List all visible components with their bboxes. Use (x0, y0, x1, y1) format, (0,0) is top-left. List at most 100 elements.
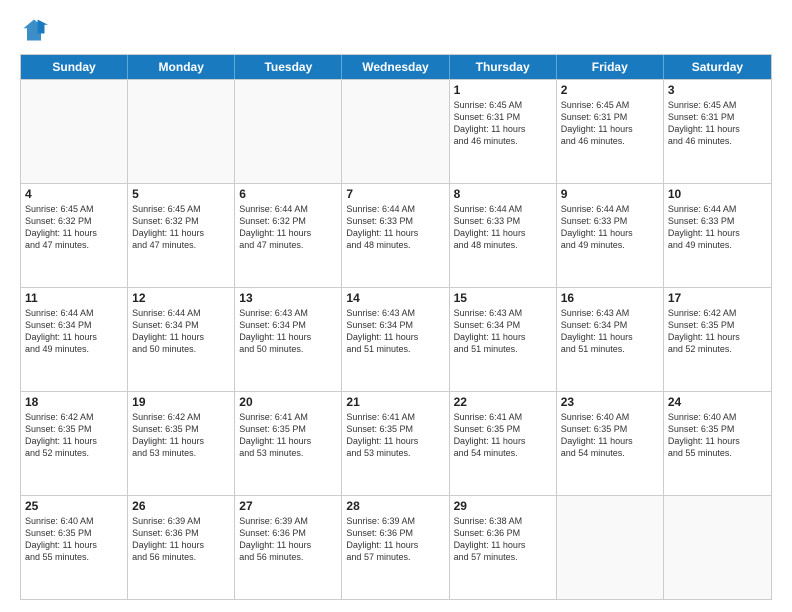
day-cell-21: 21 Sunrise: 6:41 AM Sunset: 6:35 PM Dayli… (342, 392, 449, 495)
day-cell-27: 27Sunrise: 6:39 AM Sunset: 6:36 PM Dayli… (235, 496, 342, 599)
day-number: 6 (239, 187, 337, 201)
day-number: 29 (454, 499, 552, 513)
day-cell-7: 7 Sunrise: 6:44 AM Sunset: 6:33 PM Daylig… (342, 184, 449, 287)
day-cell-29: 29 Sunrise: 6:38 AM Sunset: 6:36 PM Dayli… (450, 496, 557, 599)
day-info: Sunrise: 6:44 AM Sunset: 6:33 PM Dayligh… (668, 203, 767, 252)
empty-cell (128, 80, 235, 183)
day-info: Sunrise: 6:42 AM Sunset: 6:35 PM Dayligh… (25, 411, 123, 460)
day-cell-1: 1 Sunrise: 6:45 AM Sunset: 6:31 PM Daylig… (450, 80, 557, 183)
week-row-3: 11Sunrise: 6:44 AM Sunset: 6:34 PM Dayli… (21, 287, 771, 391)
day-header-sunday: Sunday (21, 55, 128, 79)
day-info: Sunrise: 6:39 AM Sunset: 6:36 PM Dayligh… (346, 515, 444, 564)
week-row-4: 18 Sunrise: 6:42 AM Sunset: 6:35 PM Dayli… (21, 391, 771, 495)
day-number: 14 (346, 291, 444, 305)
day-number: 9 (561, 187, 659, 201)
day-number: 22 (454, 395, 552, 409)
empty-cell (664, 496, 771, 599)
day-number: 24 (668, 395, 767, 409)
calendar-body: 1 Sunrise: 6:45 AM Sunset: 6:31 PM Daylig… (21, 79, 771, 599)
day-cell-15: 15 Sunrise: 6:43 AM Sunset: 6:34 PM Dayli… (450, 288, 557, 391)
day-number: 13 (239, 291, 337, 305)
day-number: 28 (346, 499, 444, 513)
day-cell-10: 10 Sunrise: 6:44 AM Sunset: 6:33 PM Dayli… (664, 184, 771, 287)
day-cell-2: 2 Sunrise: 6:45 AM Sunset: 6:31 PM Daylig… (557, 80, 664, 183)
day-info: Sunrise: 6:42 AM Sunset: 6:35 PM Dayligh… (132, 411, 230, 460)
day-info: Sunrise: 6:40 AM Sunset: 6:35 PM Dayligh… (561, 411, 659, 460)
empty-cell (557, 496, 664, 599)
day-number: 25 (25, 499, 123, 513)
day-number: 8 (454, 187, 552, 201)
calendar-page: SundayMondayTuesdayWednesdayThursdayFrid… (0, 0, 792, 612)
day-number: 5 (132, 187, 230, 201)
day-number: 20 (239, 395, 337, 409)
day-cell-5: 5Sunrise: 6:45 AM Sunset: 6:32 PM Daylig… (128, 184, 235, 287)
day-info: Sunrise: 6:45 AM Sunset: 6:31 PM Dayligh… (668, 99, 767, 148)
day-info: Sunrise: 6:38 AM Sunset: 6:36 PM Dayligh… (454, 515, 552, 564)
day-header-wednesday: Wednesday (342, 55, 449, 79)
day-header-saturday: Saturday (664, 55, 771, 79)
day-number: 1 (454, 83, 552, 97)
day-cell-17: 17Sunrise: 6:42 AM Sunset: 6:35 PM Dayli… (664, 288, 771, 391)
day-number: 21 (346, 395, 444, 409)
day-cell-24: 24 Sunrise: 6:40 AM Sunset: 6:35 PM Dayli… (664, 392, 771, 495)
day-cell-9: 9 Sunrise: 6:44 AM Sunset: 6:33 PM Daylig… (557, 184, 664, 287)
day-info: Sunrise: 6:40 AM Sunset: 6:35 PM Dayligh… (25, 515, 123, 564)
day-cell-16: 16 Sunrise: 6:43 AM Sunset: 6:34 PM Dayli… (557, 288, 664, 391)
day-info: Sunrise: 6:41 AM Sunset: 6:35 PM Dayligh… (346, 411, 444, 460)
week-row-2: 4 Sunrise: 6:45 AM Sunset: 6:32 PM Daylig… (21, 183, 771, 287)
day-header-monday: Monday (128, 55, 235, 79)
day-info: Sunrise: 6:39 AM Sunset: 6:36 PM Dayligh… (239, 515, 337, 564)
day-cell-22: 22 Sunrise: 6:41 AM Sunset: 6:35 PM Dayli… (450, 392, 557, 495)
day-info: Sunrise: 6:43 AM Sunset: 6:34 PM Dayligh… (346, 307, 444, 356)
logo (20, 16, 52, 44)
day-number: 3 (668, 83, 767, 97)
day-number: 15 (454, 291, 552, 305)
empty-cell (235, 80, 342, 183)
day-info: Sunrise: 6:44 AM Sunset: 6:34 PM Dayligh… (25, 307, 123, 356)
day-number: 26 (132, 499, 230, 513)
day-cell-18: 18 Sunrise: 6:42 AM Sunset: 6:35 PM Dayli… (21, 392, 128, 495)
day-number: 10 (668, 187, 767, 201)
day-info: Sunrise: 6:44 AM Sunset: 6:33 PM Dayligh… (454, 203, 552, 252)
day-info: Sunrise: 6:44 AM Sunset: 6:34 PM Dayligh… (132, 307, 230, 356)
week-row-1: 1 Sunrise: 6:45 AM Sunset: 6:31 PM Daylig… (21, 79, 771, 183)
day-header-thursday: Thursday (450, 55, 557, 79)
day-cell-14: 14 Sunrise: 6:43 AM Sunset: 6:34 PM Dayli… (342, 288, 449, 391)
day-number: 18 (25, 395, 123, 409)
day-cell-25: 25 Sunrise: 6:40 AM Sunset: 6:35 PM Dayli… (21, 496, 128, 599)
day-cell-19: 19 Sunrise: 6:42 AM Sunset: 6:35 PM Dayli… (128, 392, 235, 495)
day-number: 16 (561, 291, 659, 305)
day-number: 4 (25, 187, 123, 201)
day-info: Sunrise: 6:45 AM Sunset: 6:31 PM Dayligh… (454, 99, 552, 148)
day-info: Sunrise: 6:45 AM Sunset: 6:32 PM Dayligh… (25, 203, 123, 252)
day-info: Sunrise: 6:43 AM Sunset: 6:34 PM Dayligh… (454, 307, 552, 356)
day-info: Sunrise: 6:41 AM Sunset: 6:35 PM Dayligh… (454, 411, 552, 460)
day-info: Sunrise: 6:45 AM Sunset: 6:31 PM Dayligh… (561, 99, 659, 148)
calendar-header-row: SundayMondayTuesdayWednesdayThursdayFrid… (21, 55, 771, 79)
day-cell-13: 13 Sunrise: 6:43 AM Sunset: 6:34 PM Dayli… (235, 288, 342, 391)
day-info: Sunrise: 6:43 AM Sunset: 6:34 PM Dayligh… (561, 307, 659, 356)
day-cell-3: 3 Sunrise: 6:45 AM Sunset: 6:31 PM Daylig… (664, 80, 771, 183)
day-number: 19 (132, 395, 230, 409)
day-header-tuesday: Tuesday (235, 55, 342, 79)
logo-icon (20, 16, 48, 44)
empty-cell (342, 80, 449, 183)
day-info: Sunrise: 6:39 AM Sunset: 6:36 PM Dayligh… (132, 515, 230, 564)
day-number: 7 (346, 187, 444, 201)
day-header-friday: Friday (557, 55, 664, 79)
day-cell-28: 28 Sunrise: 6:39 AM Sunset: 6:36 PM Dayli… (342, 496, 449, 599)
day-info: Sunrise: 6:44 AM Sunset: 6:32 PM Dayligh… (239, 203, 337, 252)
day-cell-4: 4 Sunrise: 6:45 AM Sunset: 6:32 PM Daylig… (21, 184, 128, 287)
day-info: Sunrise: 6:44 AM Sunset: 6:33 PM Dayligh… (346, 203, 444, 252)
day-cell-26: 26 Sunrise: 6:39 AM Sunset: 6:36 PM Dayli… (128, 496, 235, 599)
day-cell-8: 8 Sunrise: 6:44 AM Sunset: 6:33 PM Daylig… (450, 184, 557, 287)
day-info: Sunrise: 6:44 AM Sunset: 6:33 PM Dayligh… (561, 203, 659, 252)
day-number: 2 (561, 83, 659, 97)
day-number: 23 (561, 395, 659, 409)
day-info: Sunrise: 6:40 AM Sunset: 6:35 PM Dayligh… (668, 411, 767, 460)
day-number: 12 (132, 291, 230, 305)
day-cell-6: 6 Sunrise: 6:44 AM Sunset: 6:32 PM Daylig… (235, 184, 342, 287)
header (20, 16, 772, 44)
day-cell-23: 23 Sunrise: 6:40 AM Sunset: 6:35 PM Dayli… (557, 392, 664, 495)
day-info: Sunrise: 6:43 AM Sunset: 6:34 PM Dayligh… (239, 307, 337, 356)
